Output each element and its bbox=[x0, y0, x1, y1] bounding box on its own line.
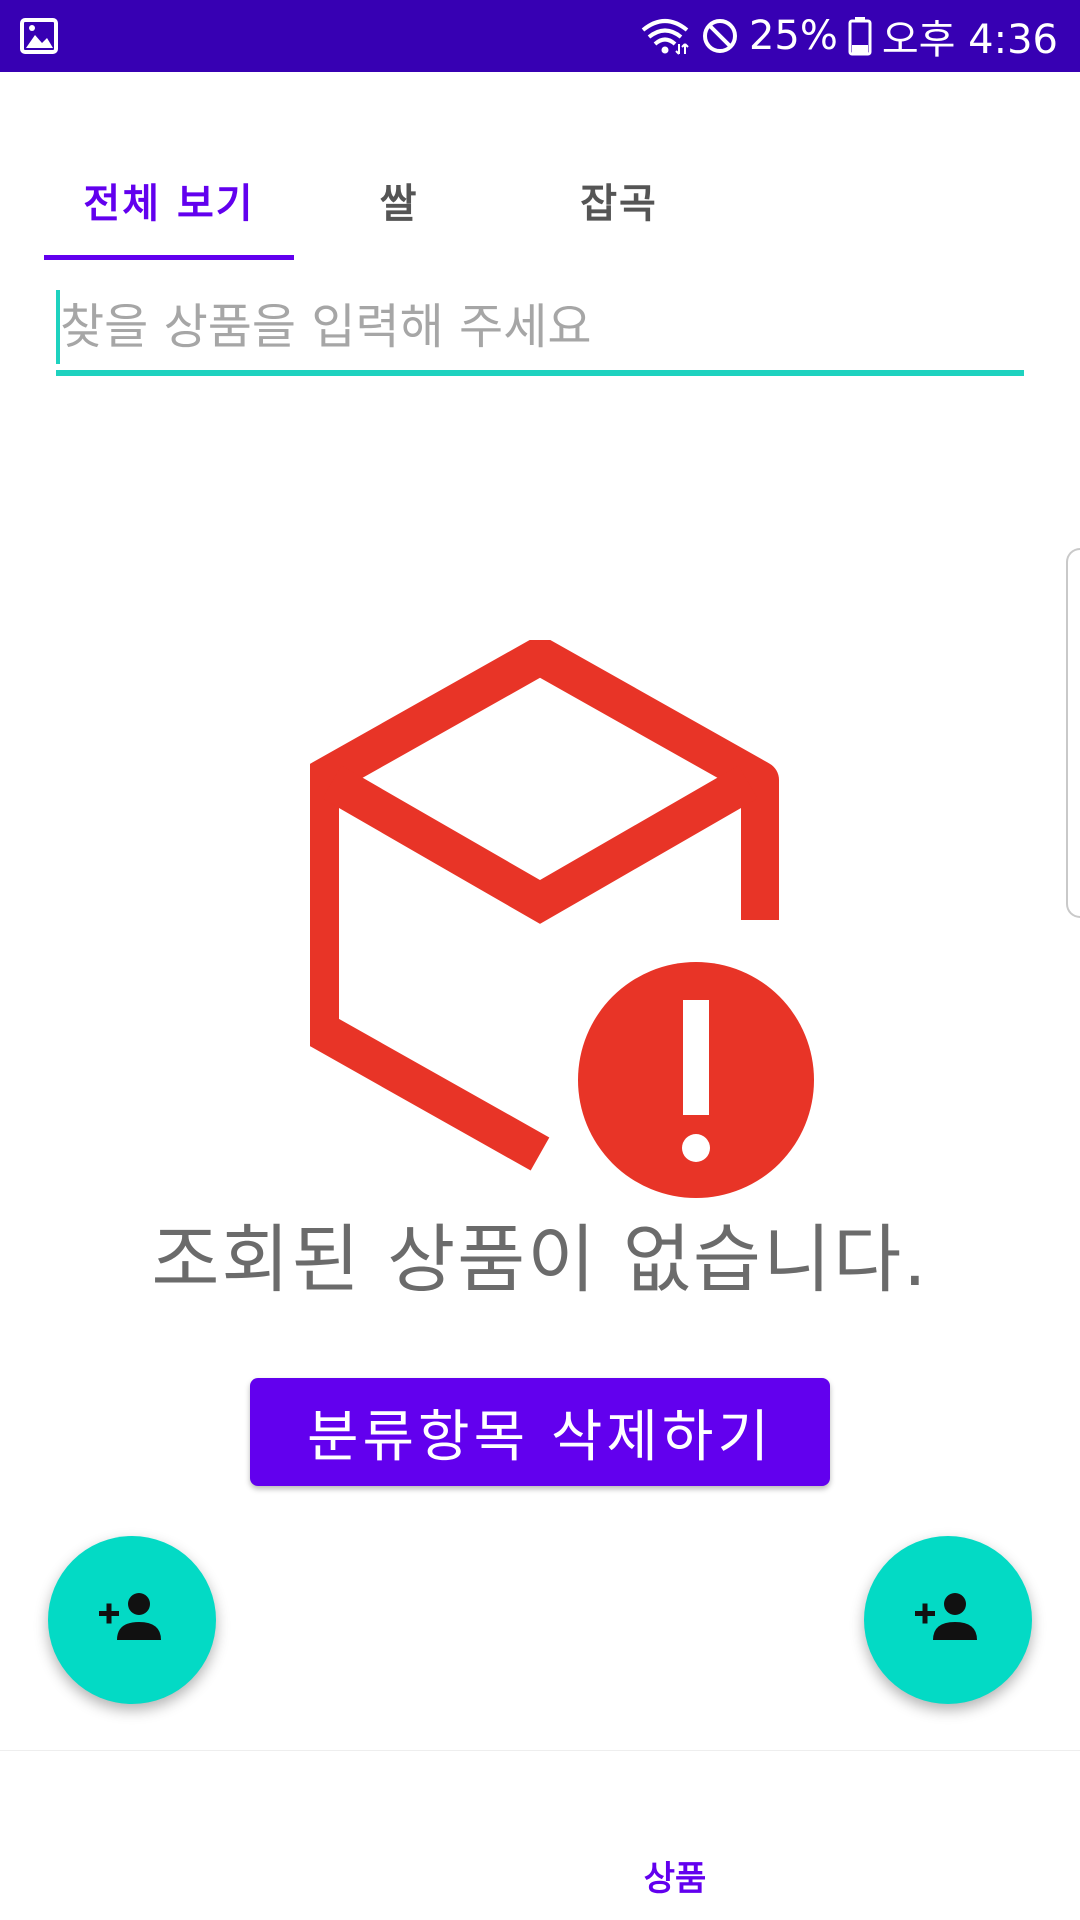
tab-all[interactable]: 전체 보기 bbox=[44, 140, 294, 260]
add-person-fab-right[interactable] bbox=[864, 1536, 1032, 1704]
tab-grains[interactable]: 잡곡 bbox=[554, 140, 684, 260]
screen: 25% 오후 4:36 전체 보기 쌀 잡곡 찾을 상품을 입력해 주세요 조회… bbox=[0, 0, 1080, 1920]
search-field bbox=[56, 290, 1024, 376]
nav-item-products[interactable]: 상품 bbox=[580, 1851, 770, 1900]
wifi-icon bbox=[639, 16, 691, 56]
gallery-icon bbox=[20, 18, 58, 58]
bottom-navigation: 상품 bbox=[0, 1750, 1080, 1920]
tab-indicator bbox=[44, 255, 294, 260]
battery-level: 25% bbox=[748, 13, 838, 59]
box-error-icon bbox=[301, 637, 820, 1204]
delete-category-button[interactable]: 분류항목 삭제하기 bbox=[250, 1378, 830, 1486]
search-input[interactable] bbox=[60, 290, 1020, 364]
edge-panel-handle[interactable] bbox=[1066, 548, 1080, 918]
empty-message: 조회된 상품이 없습니다. bbox=[151, 1217, 929, 1303]
status-bar: 25% 오후 4:36 bbox=[0, 0, 1080, 72]
clock: 오후 4:36 bbox=[881, 17, 1058, 63]
battery-icon bbox=[848, 16, 872, 56]
add-person-fab-left[interactable] bbox=[48, 1536, 216, 1704]
add-person-icon bbox=[97, 1590, 167, 1650]
status-icons: 25% 오후 4:36 bbox=[639, 0, 1058, 72]
add-person-icon bbox=[913, 1590, 983, 1650]
do-not-disturb-icon bbox=[701, 17, 739, 55]
tab-rice[interactable]: 쌀 bbox=[344, 140, 454, 260]
category-tabs: 전체 보기 쌀 잡곡 bbox=[44, 140, 1044, 260]
